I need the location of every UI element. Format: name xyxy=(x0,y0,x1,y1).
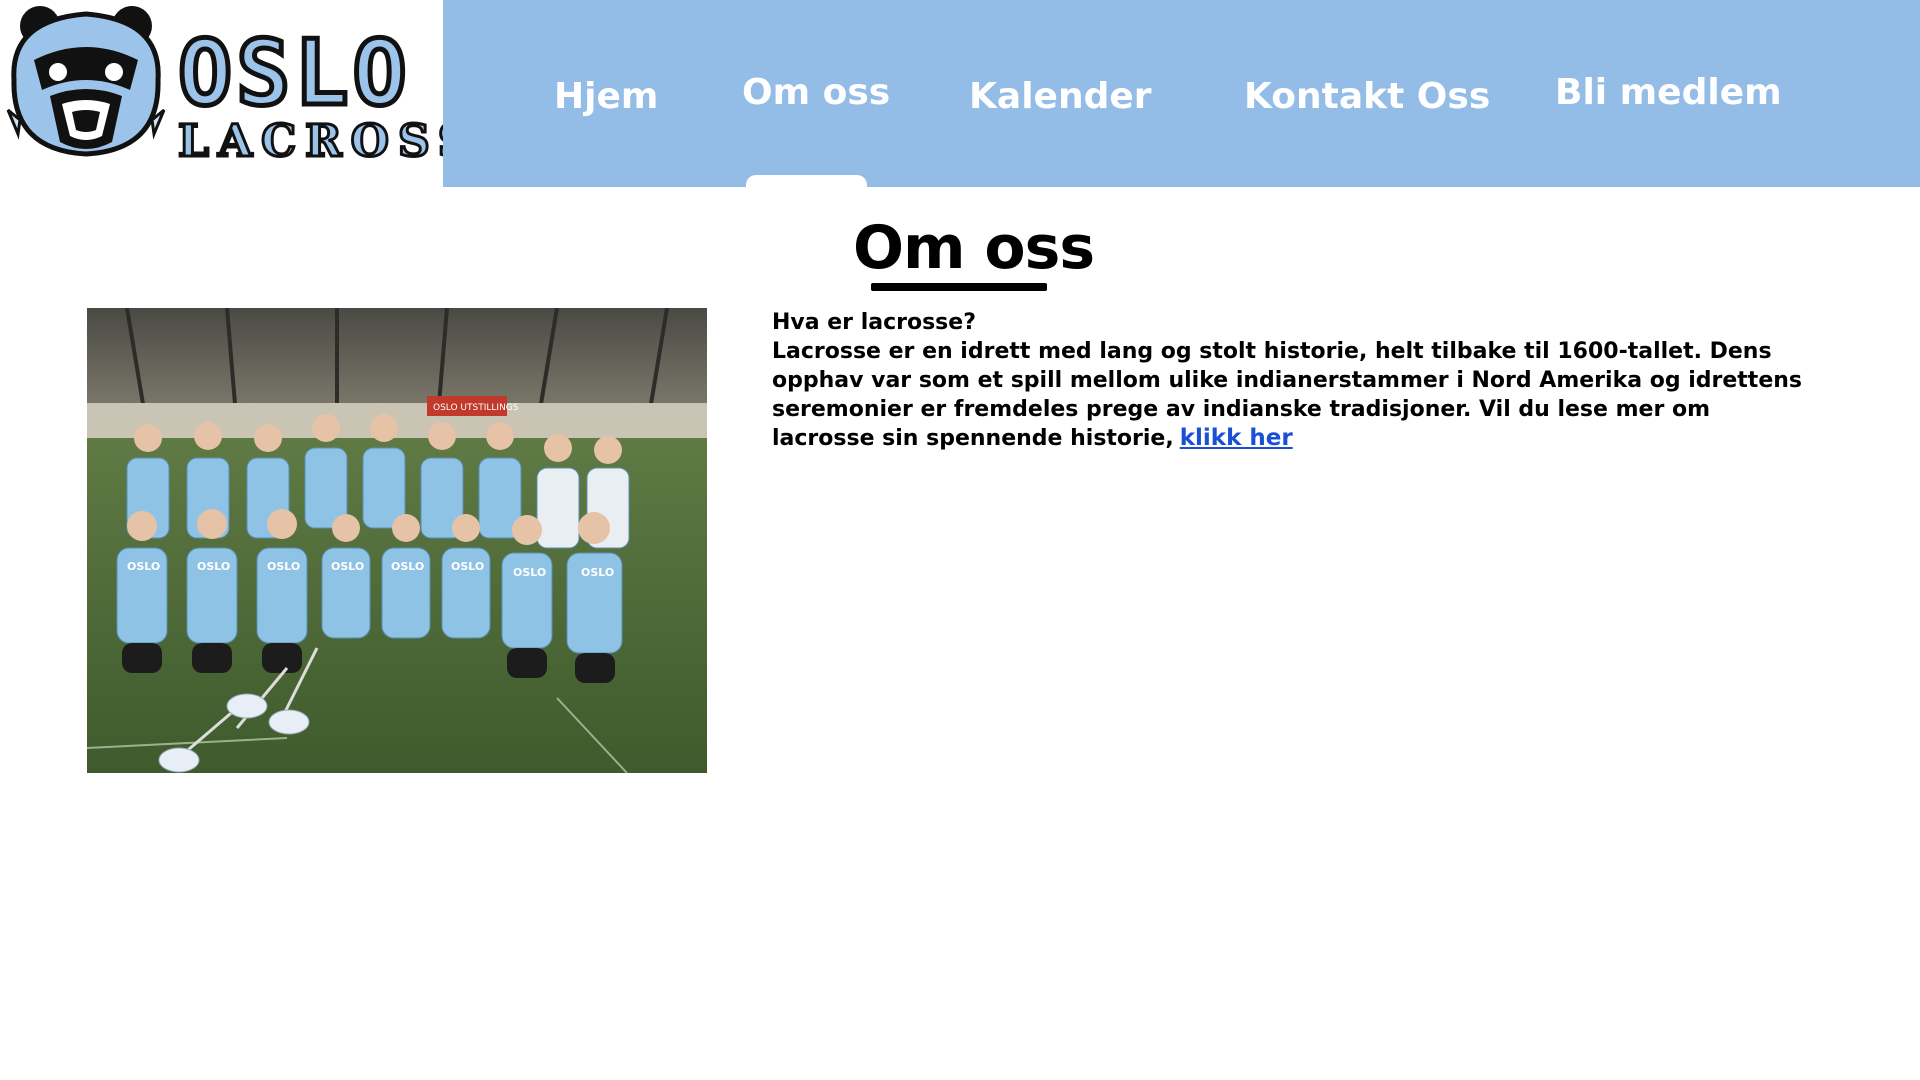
jersey-label: OSLO xyxy=(127,560,160,573)
logo-graphic: OSLO LACROSSE xyxy=(6,6,443,169)
title-underline xyxy=(871,283,1047,291)
nav-item-hjem[interactable]: Hjem xyxy=(554,76,658,117)
jersey-label: OSLO xyxy=(451,560,484,573)
nav-item-om-oss[interactable]: Om oss xyxy=(742,72,890,113)
read-more-link[interactable]: klikk her xyxy=(1180,425,1293,451)
nav-item-bli-medlem[interactable]: Bli medlem xyxy=(1555,72,1782,113)
jersey-label: OSLO xyxy=(267,560,300,573)
logo-word-lacrosse: LACROSSE xyxy=(178,116,443,167)
jersey-label: OSLO xyxy=(197,560,230,573)
nav-item-kontakt-oss[interactable]: Kontakt Oss xyxy=(1244,76,1490,117)
logo-word-oslo: OSLO xyxy=(178,21,411,126)
page-title: Om oss xyxy=(853,213,1095,283)
panda-mascot-icon xyxy=(6,6,166,157)
team-photo: OSLO UTSTILLINGS OSLO OSLO OSLO OSLO OSL… xyxy=(87,308,707,773)
main-nav: Hjem Om oss Kalender Kontakt Oss Bli med… xyxy=(443,0,1920,187)
site-header: OSLO LACROSSE Hjem Om oss Kalender Konta… xyxy=(0,0,1920,191)
active-tab-indicator xyxy=(746,175,867,191)
team-photo-illustration: OSLO UTSTILLINGS OSLO OSLO OSLO OSLO OSL… xyxy=(87,308,707,773)
jersey-label: OSLO xyxy=(391,560,424,573)
about-section: Hva er lacrosse? Lacrosse er en idrett m… xyxy=(772,308,1802,453)
about-heading: Hva er lacrosse? xyxy=(772,310,976,335)
jersey-label: OSLO xyxy=(331,560,364,573)
jersey-label: OSLO xyxy=(513,566,546,579)
nav-item-kalender[interactable]: Kalender xyxy=(969,76,1152,117)
jersey-label: OSLO xyxy=(581,566,614,579)
site-logo[interactable]: OSLO LACROSSE xyxy=(0,0,443,187)
arena-banner: OSLO UTSTILLINGS xyxy=(433,403,519,413)
